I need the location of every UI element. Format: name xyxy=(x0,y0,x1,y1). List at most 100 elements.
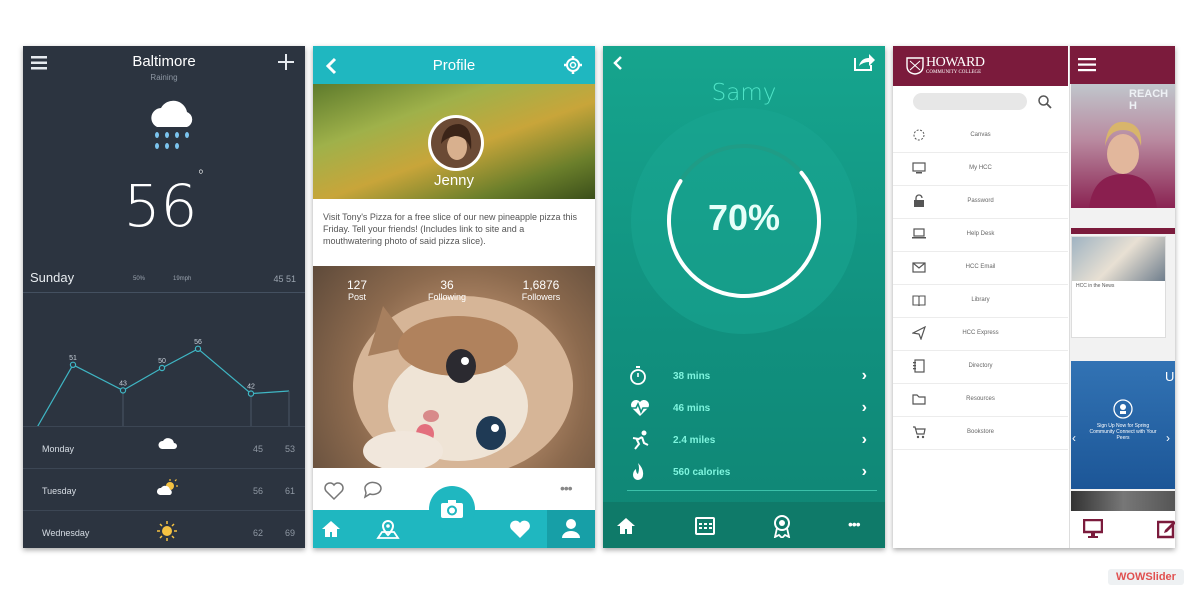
forecast-row: Tuesday 56 61 xyxy=(23,468,305,511)
comment-icon[interactable] xyxy=(362,480,384,500)
news-card[interactable]: HCC in the News xyxy=(1071,236,1166,338)
map-location-icon[interactable] xyxy=(376,518,400,540)
chevron-right-icon[interactable]: › xyxy=(862,399,867,417)
search-icon[interactable] xyxy=(1038,95,1052,109)
tab-profile-active[interactable] xyxy=(547,510,595,548)
degree-symbol: ° xyxy=(197,168,205,184)
menu-item-directory[interactable]: Directory xyxy=(893,350,1068,384)
bottom-navigation: ••• xyxy=(603,502,885,548)
chevron-right-icon[interactable]: › xyxy=(862,431,867,449)
hamburger-menu-icon[interactable] xyxy=(1078,58,1096,72)
content-header xyxy=(1070,46,1175,84)
menu-item-label: Password xyxy=(967,198,994,204)
page-title: Profile xyxy=(432,57,476,74)
stat-posts[interactable]: 127 Post xyxy=(327,278,387,302)
chart-point-label: 42 xyxy=(247,384,255,391)
college-app-screen: HOWARD COMMUNITY COLLEGE Canvas My HCC Pas… xyxy=(893,46,1175,548)
rain-cloud-icon xyxy=(151,100,193,149)
stat-row[interactable]: 2.4 miles › xyxy=(627,426,877,458)
menu-item-label: Canvas xyxy=(970,132,991,138)
menu-header: HOWARD COMMUNITY COLLEGE xyxy=(893,46,1068,86)
heart-icon[interactable] xyxy=(509,519,531,539)
today-row: Sunday 50% 19mph 45 51 xyxy=(23,268,305,293)
user-icon xyxy=(562,519,580,538)
stat-label: 38 mins xyxy=(673,371,711,382)
menu-item-label: Resources xyxy=(966,396,995,402)
chart-point-label: 50 xyxy=(158,358,166,365)
forecast-high: 56 xyxy=(253,486,264,496)
current-temperature: 56° xyxy=(123,168,205,240)
weather-condition: Raining xyxy=(150,73,178,82)
back-chevron-icon[interactable] xyxy=(612,55,624,71)
partly-sunny-icon xyxy=(157,479,178,495)
more-icon[interactable]: ••• xyxy=(560,480,573,496)
forecast-high: 62 xyxy=(253,528,264,538)
search-input[interactable] xyxy=(913,93,1027,110)
award-ribbon-icon[interactable] xyxy=(772,514,792,538)
heart-outline-icon[interactable] xyxy=(323,481,345,501)
news-card-photo xyxy=(1072,237,1165,281)
flame-icon xyxy=(633,463,644,480)
cloud-icon xyxy=(158,438,177,449)
chart-point[interactable] xyxy=(69,361,77,369)
menu-item-help-desk[interactable]: Help Desk xyxy=(893,218,1068,252)
menu-item-my-hcc[interactable]: My HCC xyxy=(893,152,1068,186)
user-name: Samy xyxy=(711,80,777,106)
menu-item-bookstore[interactable]: Bookstore xyxy=(893,416,1068,450)
camera-icon xyxy=(441,500,463,518)
featured-image[interactable]: REACH H xyxy=(1071,84,1175,208)
chevron-right-icon[interactable]: › xyxy=(862,463,867,481)
chart-point[interactable] xyxy=(119,387,127,394)
monitor-icon[interactable] xyxy=(1083,519,1103,539)
avatar[interactable] xyxy=(427,114,485,172)
menu-item-canvas[interactable]: Canvas xyxy=(893,119,1068,153)
wind-value: 19mph xyxy=(173,276,192,282)
forecast-low: 61 xyxy=(285,486,296,496)
news-card-text: HCC in the News xyxy=(1076,283,1115,289)
forecast-high: 45 xyxy=(253,444,264,454)
chart-point[interactable] xyxy=(194,345,202,353)
menu-item-password[interactable]: Password xyxy=(893,185,1068,219)
profile-app-screen: Profile Jenny Visit Tony's Pizza for a f… xyxy=(313,46,595,548)
chart-point[interactable] xyxy=(158,364,166,372)
menu-item-library[interactable]: Library xyxy=(893,284,1068,318)
temperature-line-chart: 51 43 50 56 42 xyxy=(37,339,290,426)
banner-text: Sign Up Now for Spring Community Connect… xyxy=(1089,423,1157,441)
stat-following[interactable]: 36 Following xyxy=(417,278,477,302)
menu-item-hcc-express[interactable]: HCC Express xyxy=(893,317,1068,351)
weather-app-screen: Baltimore Raining 56° Sunday 50% 19mph 4… xyxy=(23,46,305,548)
featured-banner-text: REACH H xyxy=(1129,88,1169,112)
stat-row[interactable]: 560 calories › xyxy=(627,458,877,491)
media-strip xyxy=(1071,491,1175,511)
menu-item-resources[interactable]: Resources xyxy=(893,383,1068,417)
chevron-right-icon[interactable]: › xyxy=(1166,431,1170,445)
stat-followers[interactable]: 1,6876 Followers xyxy=(511,278,571,302)
home-icon[interactable] xyxy=(616,517,636,535)
home-content: REACH H HCC in the News Up Sign Up Now f… xyxy=(1069,46,1175,548)
menu-item-label: Help Desk xyxy=(966,231,995,237)
menu-item-label: My HCC xyxy=(969,165,992,171)
add-icon[interactable] xyxy=(278,54,294,70)
chevron-left-icon[interactable]: ‹ xyxy=(1072,431,1076,445)
menu-item-label: Bookstore xyxy=(966,429,994,435)
profile-name: Jenny xyxy=(433,172,475,189)
chart-point-label: 56 xyxy=(194,339,202,346)
home-icon[interactable] xyxy=(321,520,341,538)
event-banner[interactable]: Up Sign Up Now for Spring Community Conn… xyxy=(1071,361,1175,489)
menu-item-hcc-email[interactable]: HCC Email xyxy=(893,251,1068,285)
calendar-icon[interactable] xyxy=(695,515,715,535)
chevron-right-icon[interactable]: › xyxy=(862,367,867,385)
today-day: Sunday xyxy=(30,270,75,285)
humidity-value: 50% xyxy=(133,276,146,282)
side-menu: HOWARD COMMUNITY COLLEGE Canvas My HCC Pas… xyxy=(893,46,1068,548)
stat-row[interactable]: 46 mins › xyxy=(627,394,877,426)
event-badge-icon xyxy=(1113,399,1133,419)
share-icon[interactable] xyxy=(853,52,875,72)
sun-icon xyxy=(157,521,177,541)
chart-point[interactable] xyxy=(247,390,255,397)
edit-icon[interactable] xyxy=(1157,519,1175,539)
more-icon[interactable]: ••• xyxy=(848,516,861,532)
gear-icon[interactable] xyxy=(563,55,583,75)
stat-row[interactable]: 38 mins › xyxy=(627,362,877,394)
camera-button[interactable] xyxy=(429,486,475,532)
